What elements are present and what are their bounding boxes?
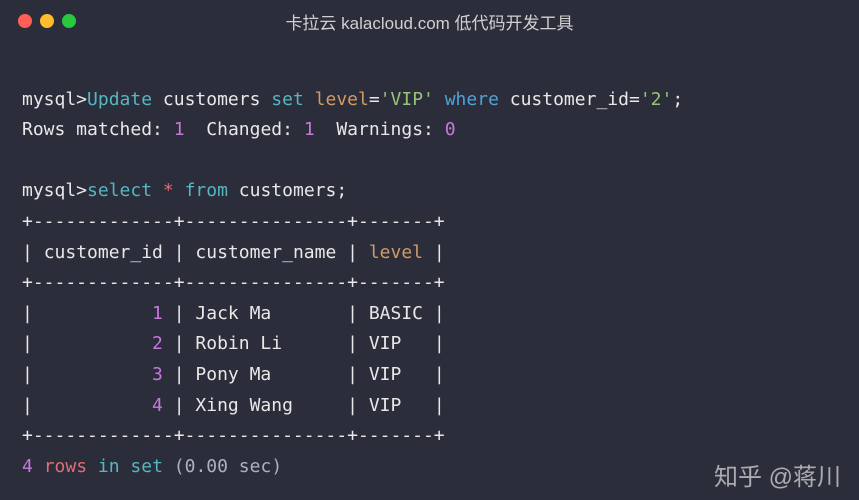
close-icon[interactable] [18,14,32,28]
terminal-output[interactable]: mysql>Update customers set level='VIP' w… [0,36,859,500]
select-table: customers [239,180,337,201]
table-border-bot: +-------------+---------------+-------+ [22,425,445,446]
eq2: = [629,89,640,110]
footer-rows: rows [44,456,87,477]
traffic-lights [18,14,76,28]
prompt: mysql> [22,89,87,110]
table-row: | 2 | Robin Li | VIP | [22,333,445,354]
window-title: 卡拉云 kalacloud.com 低代码开发工具 [285,9,573,34]
update-keyword: Update [87,89,152,110]
footer-set: set [130,456,163,477]
table-row: | 4 | Xing Wang | VIP | [22,395,445,416]
watermark: 知乎 @蒋川 [714,457,841,492]
table-border-mid: +-------------+---------------+-------+ [22,272,445,293]
table-border-top: +-------------+---------------+-------+ [22,211,445,232]
where-keyword: where [445,89,499,110]
prompt2: mysql> [22,180,87,201]
changed-val: 1 [304,119,315,140]
from-keyword: from [185,180,228,201]
changed-label: Changed: [206,119,293,140]
eq: = [369,89,380,110]
rows-matched-val: 1 [174,119,185,140]
warnings-label: Warnings: [336,119,434,140]
maximize-icon[interactable] [62,14,76,28]
window-titlebar: 卡拉云 kalacloud.com 低代码开发工具 [0,0,859,36]
rows-matched-label: Rows matched: [22,119,163,140]
semi2: ; [336,180,347,201]
update-col: level [315,89,369,110]
where-val: '2' [640,89,673,110]
footer-count: 4 [22,456,33,477]
select-keyword: select [87,180,152,201]
update-table: customers [163,89,261,110]
table-header: | customer_id | customer_name | level | [22,242,445,263]
where-col: customer_id [510,89,629,110]
table-row: | 1 | Jack Ma | BASIC | [22,303,445,324]
minimize-icon[interactable] [40,14,54,28]
table-row: | 3 | Pony Ma | VIP | [22,364,445,385]
warnings-val: 0 [445,119,456,140]
footer-in: in [98,456,120,477]
set-keyword: set [271,89,304,110]
semi1: ; [672,89,683,110]
update-val: 'VIP' [380,89,434,110]
footer-time: (0.00 sec) [174,456,282,477]
star: * [163,180,174,201]
